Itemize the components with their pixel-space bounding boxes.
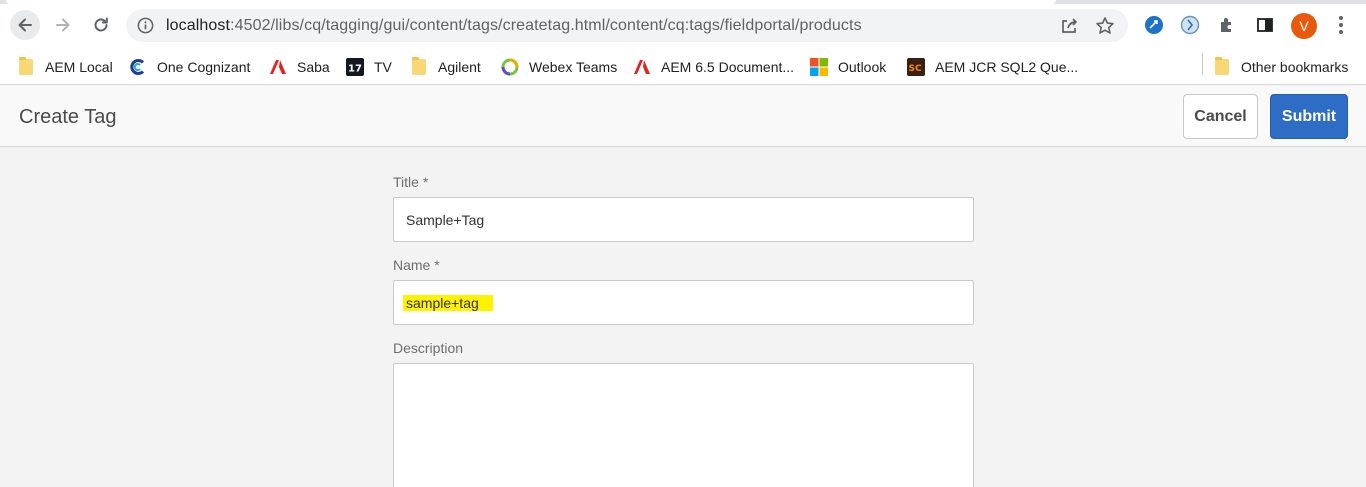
adobe-icon	[269, 58, 287, 76]
bookmark-label: Agilent	[438, 59, 481, 75]
adobe-icon	[633, 58, 651, 76]
url-path: :4502/libs/cq/tagging/gui/content/tags/c…	[230, 17, 862, 34]
title-label: Title *	[393, 174, 429, 190]
submit-button[interactable]: Submit	[1270, 94, 1348, 139]
title-field[interactable]: Sample+Tag	[393, 197, 974, 242]
bookmark-tv[interactable]: 17 TV	[346, 54, 392, 80]
bookmark-label: Saba	[297, 59, 330, 75]
description-field[interactable]	[393, 363, 974, 487]
webex-icon	[501, 58, 519, 76]
bookmark-label: Other bookmarks	[1241, 59, 1349, 75]
page-header: Create Tag Cancel Submit	[0, 86, 1366, 147]
bookmark-aem-local[interactable]: AEM Local	[17, 54, 113, 80]
bookmark-label: AEM 6.5 Document...	[661, 59, 795, 75]
bookmark-label: AEM Local	[45, 59, 113, 75]
cancel-button[interactable]: Cancel	[1183, 94, 1258, 139]
bookmarks-bar: AEM Local One Cognizant Saba 17 TV Agile…	[0, 50, 1366, 85]
bookmark-outlook[interactable]: Outlook	[810, 54, 886, 80]
description-label: Description	[393, 340, 464, 356]
page-title: Create Tag	[19, 106, 117, 128]
puzzle-icon[interactable]	[1216, 14, 1238, 36]
share-icon[interactable]	[1058, 15, 1080, 37]
reload-icon	[94, 17, 108, 32]
microsoft-icon	[810, 58, 828, 76]
bookmark-saba[interactable]: Saba	[269, 54, 330, 80]
url-host: localhost	[166, 17, 231, 34]
bookmark-label: Outlook	[838, 59, 887, 75]
side-panel-icon[interactable]	[1254, 14, 1276, 36]
bookmark-one-cognizant[interactable]: One Cognizant	[129, 54, 250, 80]
svg-text:17: 17	[348, 64, 362, 75]
svg-text:SC: SC	[909, 64, 922, 74]
extension-shield-icon[interactable]	[1179, 14, 1201, 36]
folder-icon	[17, 57, 35, 76]
name-value: sample+tag	[403, 295, 493, 311]
title-value: Sample+Tag	[406, 212, 485, 228]
back-button[interactable]	[10, 10, 40, 40]
url-text[interactable]: localhost:4502/libs/cq/tagging/gui/conte…	[166, 17, 862, 35]
bookmark-label: Webex Teams	[529, 59, 618, 75]
folder-icon	[410, 57, 428, 76]
extension-blue-icon[interactable]	[1143, 14, 1165, 36]
arrow-left-icon	[18, 18, 32, 32]
star-icon[interactable]	[1094, 15, 1116, 37]
bookmark-agilent[interactable]: Agilent	[410, 54, 481, 80]
bookmark-aem-document[interactable]: AEM 6.5 Document...	[633, 54, 794, 80]
name-label: Name *	[393, 257, 440, 273]
profile-avatar[interactable]: V	[1291, 13, 1317, 39]
three-dots-icon[interactable]	[1330, 14, 1352, 36]
bookmark-aem-jcr-sql2[interactable]: SC AEM JCR SQL2 Que...	[907, 54, 1078, 80]
name-field[interactable]: sample+tag	[393, 280, 974, 325]
forward-button[interactable]	[48, 10, 78, 40]
sc-icon: SC	[907, 58, 925, 76]
info-icon[interactable]	[136, 16, 155, 35]
folder-icon	[1213, 57, 1231, 76]
bookmarks-divider	[1202, 53, 1203, 75]
bookmark-webex-teams[interactable]: Webex Teams	[501, 54, 617, 80]
arrow-right-icon	[56, 18, 70, 32]
browser-toolbar: localhost:4502/libs/cq/tagging/gui/conte…	[0, 4, 1366, 50]
bookmark-label: AEM JCR SQL2 Que...	[935, 59, 1079, 75]
cognizant-icon	[129, 58, 147, 76]
bookmark-other-bookmarks[interactable]: Other bookmarks	[1213, 54, 1348, 80]
address-bar[interactable]: localhost:4502/libs/cq/tagging/gui/conte…	[126, 9, 1128, 42]
tradingview-icon: 17	[346, 58, 364, 76]
bookmark-label: TV	[374, 59, 392, 75]
reload-button[interactable]	[86, 10, 116, 40]
bookmark-label: One Cognizant	[157, 59, 251, 75]
